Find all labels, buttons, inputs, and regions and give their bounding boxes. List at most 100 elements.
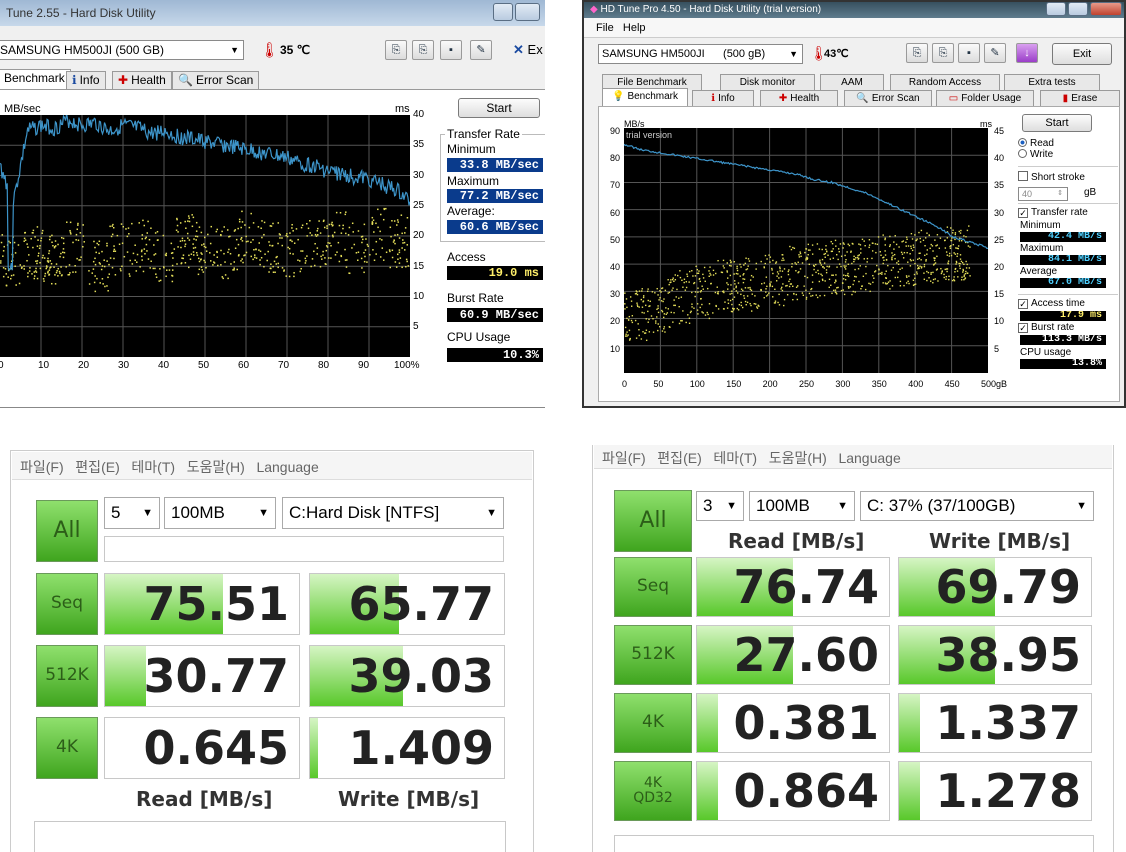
copy-all-icon[interactable]: ⎘ (932, 43, 954, 63)
menu-help[interactable]: Help (623, 22, 646, 34)
access-time-point (914, 262, 916, 265)
all-button[interactable]: All (36, 500, 98, 562)
write-radio[interactable]: Write (1018, 149, 1118, 160)
access-time-point (727, 288, 729, 290)
test-button-2[interactable]: 4K (614, 693, 692, 753)
access-time-point (669, 326, 671, 328)
access-time-point (278, 233, 281, 235)
access-time-point (667, 292, 669, 294)
comment-field[interactable] (104, 536, 504, 562)
options-icon[interactable]: ✎ (470, 40, 492, 60)
tab-health[interactable]: ✚ Health (112, 71, 172, 89)
tab-aam[interactable]: AAM (820, 74, 884, 90)
access-time-point (697, 313, 699, 315)
exit-button[interactable]: Exit (1052, 43, 1112, 65)
test-button-0[interactable]: Seq (614, 557, 692, 617)
tab-random-access[interactable]: Random Access (890, 74, 1000, 90)
access-time-point (631, 321, 634, 324)
copy-icon[interactable]: ⎘ (385, 40, 407, 60)
access-time-point (924, 237, 927, 239)
count-select[interactable]: 3 ▼ (696, 491, 744, 521)
access-time-point (13, 241, 16, 244)
access-time-point (652, 331, 655, 333)
all-button[interactable]: All (614, 490, 692, 552)
test-button-0[interactable]: Seq (36, 573, 98, 635)
access-time-point (865, 272, 867, 275)
minimize-button[interactable] (493, 3, 513, 21)
access-time-point (152, 267, 155, 270)
count-select[interactable]: 5 ▼ (104, 497, 160, 529)
burst-rate-checkbox[interactable]: ✓ Burst rate (1018, 322, 1074, 333)
test-button-2[interactable]: 4K (36, 717, 98, 779)
tab-error-scan[interactable]: 🔍 Error Scan (172, 71, 260, 89)
drive-select[interactable]: SAMSUNG HM500JI (500 GB) ▼ (0, 40, 244, 60)
access-time-checkbox[interactable]: ✓ Access time (1018, 298, 1085, 309)
write-value: 39.03 (348, 649, 494, 703)
size-select[interactable]: 100MB ▼ (749, 491, 855, 521)
tab-extra-tests[interactable]: Extra tests (1004, 74, 1100, 90)
transfer-rate-checkbox[interactable]: ✓ Transfer rate (1018, 207, 1088, 218)
access-time-point (832, 274, 834, 276)
tab-benchmark[interactable]: Benchmark (0, 69, 71, 89)
download-icon[interactable]: ↓ (1016, 43, 1038, 63)
start-button[interactable]: Start (1022, 114, 1092, 132)
access-time-point (402, 239, 404, 241)
tab-error-scan[interactable]: 🔍 Error Scan (844, 90, 932, 106)
save-icon[interactable]: ▪ (440, 40, 462, 60)
menu-file[interactable]: File (596, 22, 614, 34)
access-time-point (389, 266, 391, 269)
menu-items[interactable]: 파일(F) 편집(E) 테마(T) 도움말(H) Language (20, 457, 319, 477)
access-time-point (400, 214, 403, 216)
drive-select[interactable]: C: 37% (37/100GB) ▼ (860, 491, 1094, 521)
minimize-button[interactable] (1046, 2, 1066, 16)
read-radio[interactable]: Read (1018, 138, 1118, 149)
tab-health[interactable]: ✚ Health (760, 90, 838, 106)
access-time-point (686, 275, 689, 278)
save-icon[interactable]: ▪ (958, 43, 980, 63)
tab-erase[interactable]: ▮ Erase (1040, 90, 1120, 106)
short-stroke-checkbox[interactable]: Short stroke (1018, 171, 1085, 183)
read-value: 0.645 (143, 721, 289, 775)
test-button-1[interactable]: 512K (36, 645, 98, 707)
test-button-1[interactable]: 512K (614, 625, 692, 685)
access-time-point (839, 243, 842, 245)
start-button[interactable]: Start (458, 98, 540, 118)
close-button[interactable] (1090, 2, 1122, 16)
copy-all-icon[interactable]: ⎘ (412, 40, 434, 60)
maximize-button[interactable] (1068, 2, 1088, 16)
access-time-point (701, 285, 703, 287)
access-time-point (924, 245, 926, 247)
drive-select[interactable]: SAMSUNG HM500JI (500 gB) ▼ (598, 44, 803, 64)
access-time-point (920, 267, 923, 269)
access-time-point (325, 263, 327, 266)
access-time-point (857, 254, 859, 257)
options-icon[interactable]: ✎ (984, 43, 1006, 63)
access-time-point (799, 268, 802, 270)
close-button[interactable] (515, 3, 540, 21)
size-select[interactable]: 100MB ▼ (164, 497, 276, 529)
tab-folder-usage[interactable]: ▭ Folder Usage (936, 90, 1034, 106)
short-stroke-spinner[interactable]: 40 ⇕ (1018, 187, 1068, 201)
tab-benchmark[interactable]: 💡 Benchmark (602, 88, 688, 107)
access-time-point (691, 291, 693, 294)
copy-icon[interactable]: ⎘ (906, 43, 928, 63)
access-time-point (742, 306, 744, 309)
access-time-point (699, 291, 702, 293)
exit-button[interactable]: ✕ Ex (513, 42, 543, 58)
drive-select[interactable]: C:Hard Disk [NTFS] ▼ (282, 497, 504, 529)
access-time-point (842, 278, 845, 280)
test-button-3[interactable]: 4K QD32 (614, 761, 692, 821)
menu-items[interactable]: 파일(F) 편집(E) 테마(T) 도움말(H) Language (602, 448, 901, 468)
access-time-point (636, 305, 639, 308)
tab-info[interactable]: ℹ Info (66, 71, 106, 89)
access-time-point (906, 251, 908, 254)
tab-disk-monitor[interactable]: Disk monitor (720, 74, 815, 90)
x-tick: 250 (799, 379, 815, 389)
tab-info[interactable]: ℹ Info (692, 90, 754, 106)
access-time-point (54, 240, 57, 242)
access-time-point (756, 307, 759, 309)
access-time-point (745, 304, 747, 306)
x-tick: 200 (762, 379, 778, 389)
access-time-point (221, 276, 224, 278)
access-time-point (876, 243, 879, 246)
